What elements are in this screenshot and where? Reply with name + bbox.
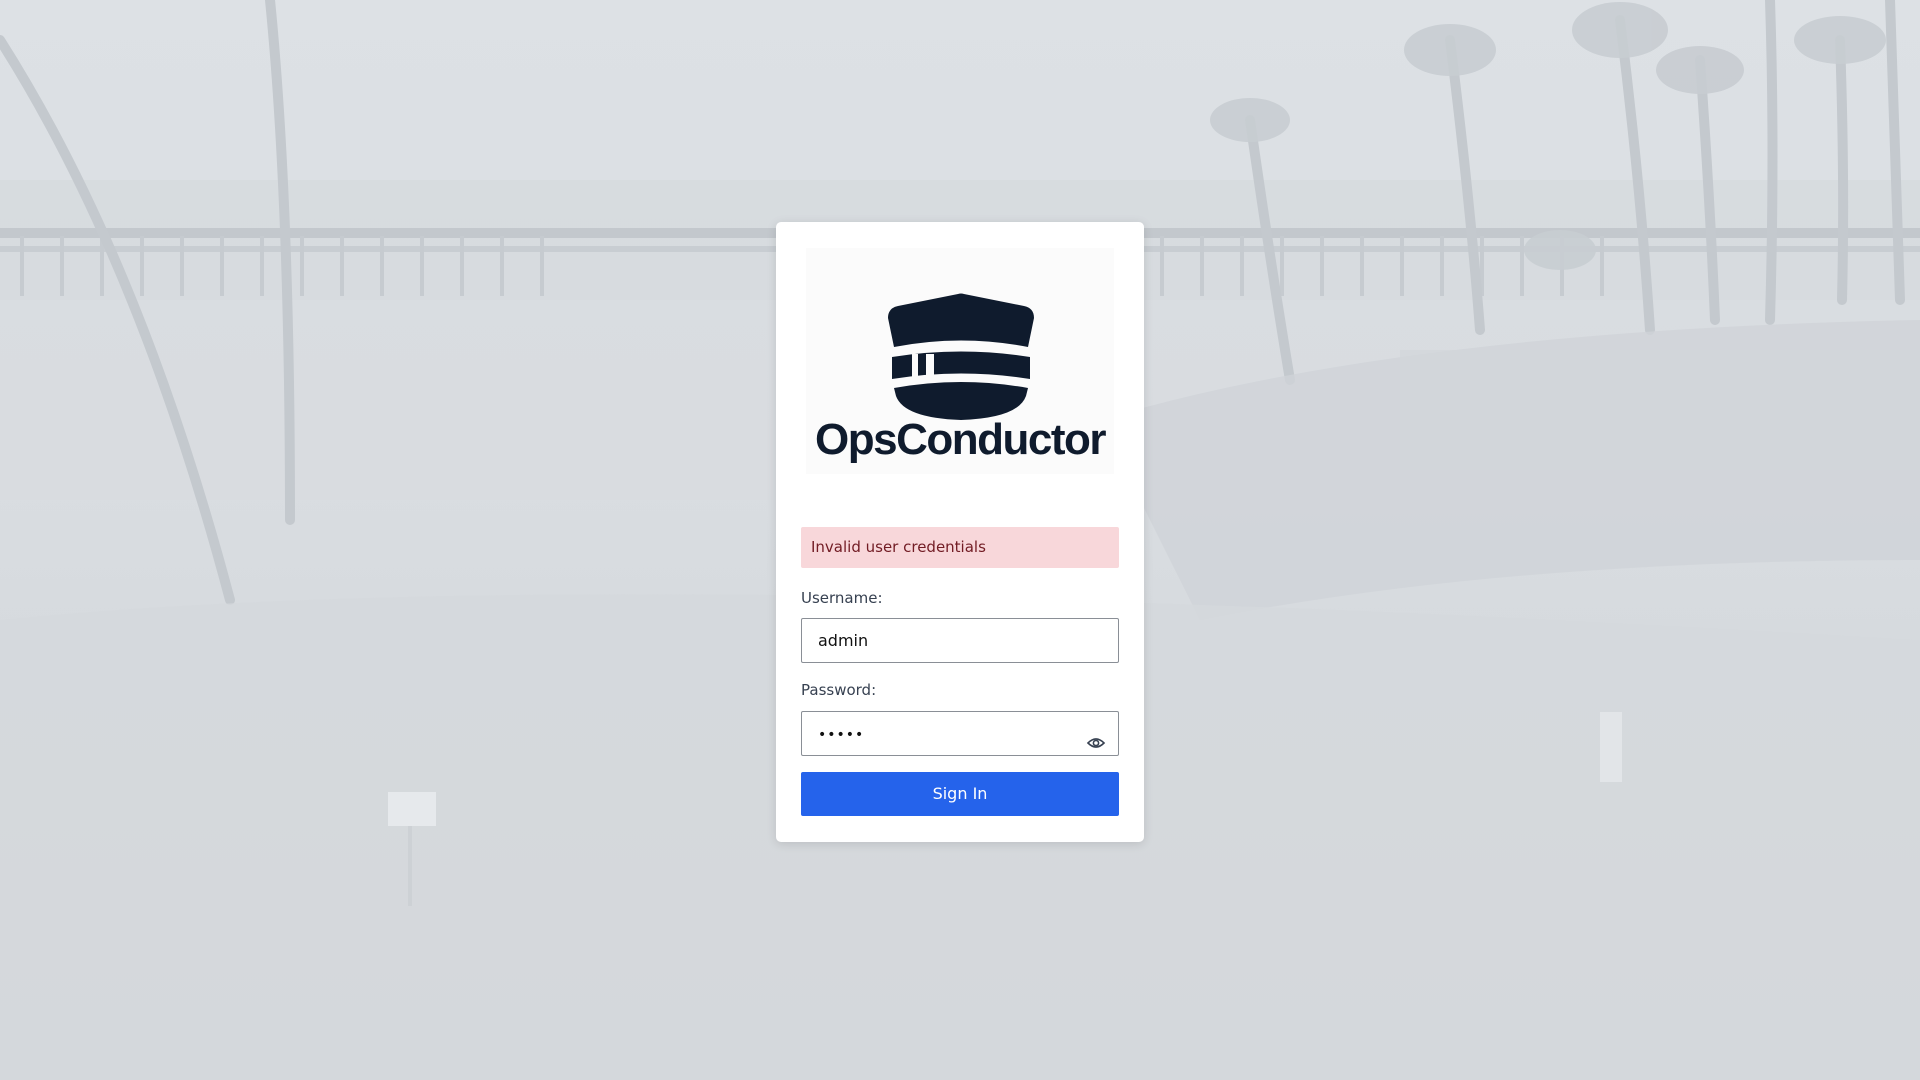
login-card: OpsConductor Invalid user credentials Us… [776, 222, 1144, 842]
password-value: ••••• [818, 727, 865, 743]
username-field[interactable]: admin [801, 618, 1119, 663]
logo: OpsConductor [806, 248, 1114, 474]
eye-icon[interactable] [1086, 725, 1106, 748]
brand-name: OpsConductor [815, 415, 1106, 464]
sign-in-button[interactable]: Sign In [801, 772, 1119, 816]
error-alert: Invalid user credentials [801, 527, 1119, 568]
username-value: admin [818, 631, 869, 650]
username-label: Username: [801, 589, 883, 607]
password-field[interactable]: ••••• [801, 711, 1119, 756]
password-label: Password: [801, 681, 877, 699]
